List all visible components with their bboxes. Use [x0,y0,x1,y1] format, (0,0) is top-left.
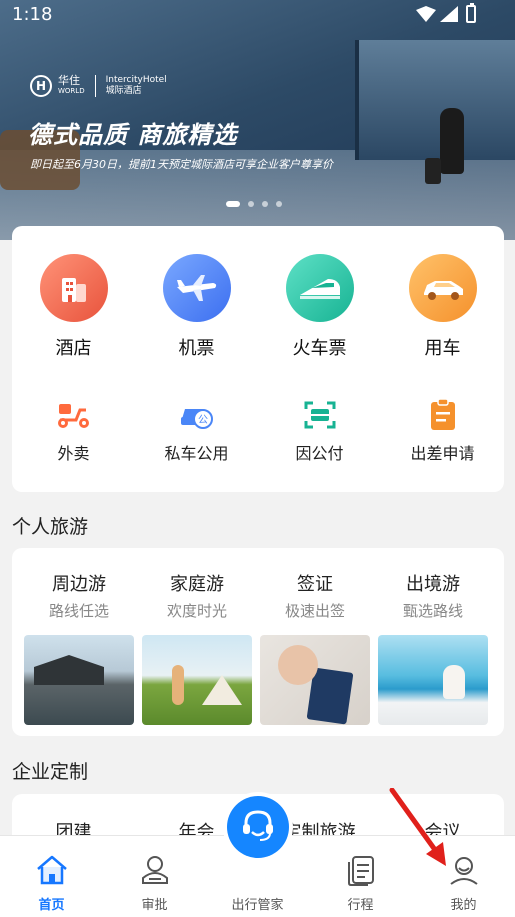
plane-icon [162,254,231,322]
travel-outbound-subtitle: 甄选路线 [402,602,463,620]
brand-divider [94,75,96,97]
banner-title: 德式品质 商旅精选 [28,121,238,149]
service-flight-label: 机票 [178,338,215,359]
service-company-pay-label: 因公付 [295,444,344,463]
battery-icon [466,3,476,23]
carousel-dot [276,201,282,207]
nav-approval-label: 审批 [141,898,168,913]
travel-outbound[interactable]: 出境游 甄选路线 [374,570,492,725]
scooter-icon [56,398,92,432]
home-icon [34,852,70,888]
family-camping-image [142,635,252,725]
banner-person [440,108,464,174]
cellular-signal-icon [440,6,458,22]
travel-butler-button[interactable] [227,796,289,858]
personal-travel-title: 个人旅游 [12,516,89,538]
svg-text:公: 公 [198,415,208,426]
service-hotel-label: 酒店 [55,338,92,359]
service-car-label: 用车 [424,338,461,359]
private-car-icon: 公 [179,398,215,432]
nav-home[interactable]: 首页 [0,836,103,917]
service-car[interactable]: 用车 [381,254,504,360]
status-time: 1:18 [12,4,53,25]
brand-hotel: IntercityHotel [105,75,167,85]
banner-suitcase [425,158,441,184]
promo-banner[interactable]: H 华住 WORLD IntercityHotel 城际酒店 德式品质 商旅精选… [0,0,515,240]
service-takeout-label: 外卖 [57,444,90,463]
service-company-pay[interactable]: 因公付 [258,398,381,464]
service-train[interactable]: 火车票 [258,254,381,360]
nav-home-label: 首页 [38,898,65,913]
banner-subtitle: 即日起至6月30日，提前1天预定城际酒店可享企业客户尊享价 [30,158,333,171]
headset-icon [238,807,278,847]
wifi-icon [416,6,436,22]
person-badge-icon [137,852,173,888]
status-bar: 1:18 [0,0,515,30]
carousel-dot [262,201,268,207]
service-private-car[interactable]: 公 私车公用 [135,398,258,464]
services-card: 酒店 机票 火车票 用车 外卖 公 私车公用 因公付 出差申请 [12,226,504,492]
service-trip-request-label: 出差申请 [410,444,475,463]
carousel-indicator [226,201,282,207]
service-takeout[interactable]: 外卖 [12,398,135,464]
hotel-brand-logo: H 华住 WORLD IntercityHotel 城际酒店 [30,75,167,97]
carousel-dot [248,201,254,207]
service-private-car-label: 私车公用 [164,444,229,463]
brand-world: WORLD [58,87,85,95]
enterprise-title: 企业定制 [12,761,89,783]
travel-nearby-subtitle: 路线任选 [48,602,109,620]
train-icon [285,254,354,322]
huazhu-logo-icon: H [30,75,52,97]
travel-family-subtitle: 欢度时光 [166,602,227,620]
water-town-image [24,635,134,725]
secondary-services-row: 外卖 公 私车公用 因公付 出差申请 [12,398,504,464]
clipboard-icon [425,398,461,432]
yacht-sea-image [378,635,488,725]
nav-mine-label: 我的 [450,898,477,913]
travel-visa[interactable]: 签证 极速出签 [256,570,374,725]
service-hotel[interactable]: 酒店 [12,254,135,360]
travel-outbound-title: 出境游 [406,574,460,595]
personal-travel-card: 周边游 路线任选 家庭游 欢度时光 签证 极速出签 出境游 甄选路线 [12,548,504,736]
nav-itinerary-label: 行程 [347,898,374,913]
car-icon [408,254,477,322]
carousel-dot-active [226,201,240,207]
scan-pay-icon [302,398,338,432]
brand-cn: 华住 [58,74,80,87]
travel-nearby-title: 周边游 [52,574,106,595]
service-train-label: 火车票 [292,338,347,359]
document-icon [343,852,379,888]
nav-travel-butler-label: 出行管家 [231,898,284,913]
brand-hotel-cn: 城际酒店 [105,86,142,96]
main-services-row: 酒店 机票 火车票 用车 [12,254,504,360]
travel-family-title: 家庭游 [170,574,224,595]
service-trip-request[interactable]: 出差申请 [381,398,504,464]
travel-visa-subtitle: 极速出签 [284,602,345,620]
banner-window [355,40,515,160]
nav-approval[interactable]: 审批 [103,836,206,917]
travel-family[interactable]: 家庭游 欢度时光 [138,570,256,725]
hotel-icon [39,254,108,322]
passport-image [260,635,370,725]
travel-visa-title: 签证 [297,574,333,595]
service-flight[interactable]: 机票 [135,254,258,360]
annotation-arrow-icon [389,788,446,866]
travel-nearby[interactable]: 周边游 路线任选 [20,570,138,725]
